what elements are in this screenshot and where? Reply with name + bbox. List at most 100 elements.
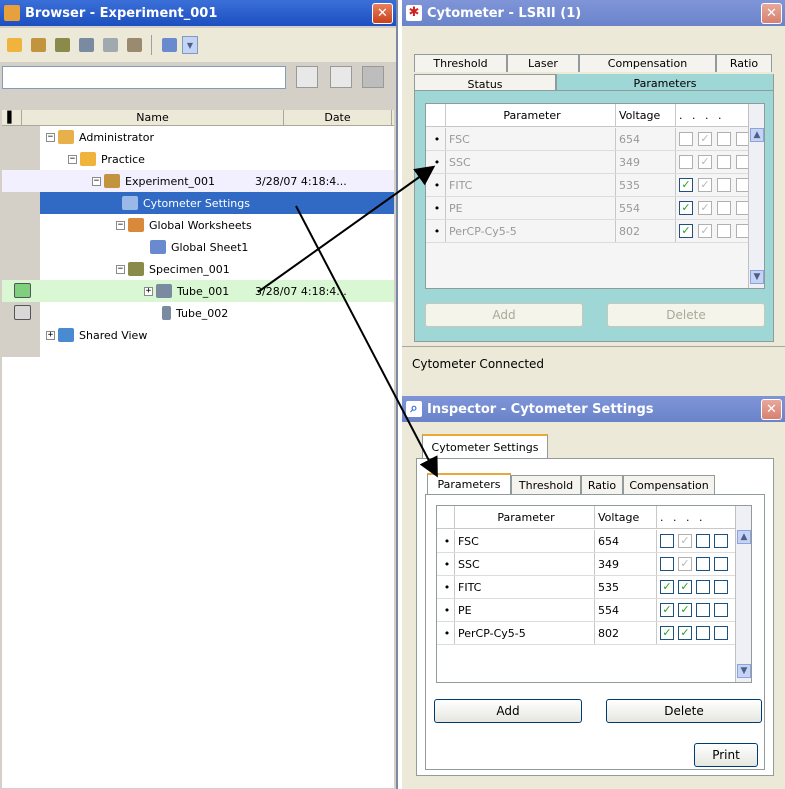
parameter-row[interactable]: • FITC 535 ✓ ✓ <box>437 576 735 599</box>
voltage-value[interactable]: 554 <box>595 599 657 621</box>
tree-row-current[interactable]: + Tube_001 3/28/07 4:18:4... <box>2 280 394 302</box>
checked-checkbox[interactable]: ✓ <box>678 557 692 571</box>
voltage-value[interactable]: 654 <box>595 530 657 552</box>
tab-laser[interactable]: Laser <box>507 54 579 72</box>
close-button[interactable]: ✕ <box>372 2 393 24</box>
browser-titlebar[interactable]: Browser - Experiment_001 ✕ <box>0 0 396 26</box>
checked-checkbox[interactable]: ✓ <box>660 626 674 640</box>
search-input[interactable] <box>2 66 286 89</box>
tree-row[interactable]: + Shared View <box>2 324 394 346</box>
checked-checkbox[interactable]: ✓ <box>660 580 674 594</box>
checked-checkbox[interactable]: ✓ <box>698 224 712 238</box>
checked-checkbox[interactable]: ✓ <box>660 603 674 617</box>
parameter-name[interactable]: FSC <box>446 128 616 150</box>
collapse-icon[interactable]: − <box>116 264 125 274</box>
new-specimen-button[interactable] <box>51 34 73 56</box>
name-column-header[interactable]: Name <box>22 110 284 125</box>
tree-row[interactable]: Tube_002 <box>2 302 394 324</box>
scroll-down-icon[interactable]: ▼ <box>737 664 751 678</box>
chevron-down-icon[interactable]: ▼ <box>182 36 198 54</box>
checkbox[interactable] <box>717 155 731 169</box>
tree-row[interactable]: − Administrator <box>2 126 394 148</box>
parameter-row[interactable]: • FSC 654 ✓ <box>437 530 735 553</box>
tree-row-selected[interactable]: Cytometer Settings <box>40 192 394 214</box>
new-experiment-button[interactable] <box>27 34 49 56</box>
checkbox[interactable] <box>717 178 731 192</box>
parameter-name[interactable]: FITC <box>446 174 616 196</box>
settings-button[interactable] <box>99 34 121 56</box>
checked-checkbox[interactable]: ✓ <box>698 178 712 192</box>
checkbox[interactable] <box>696 603 710 617</box>
checked-checkbox[interactable]: ✓ <box>678 580 692 594</box>
checkbox[interactable] <box>714 626 728 640</box>
voltage-value[interactable]: 802 <box>595 622 657 644</box>
parameter-name[interactable]: PerCP-Cy5-5 <box>446 220 616 242</box>
global-worksheet-button[interactable] <box>158 34 180 56</box>
checkbox[interactable] <box>714 580 728 594</box>
voltage-value[interactable]: 654 <box>616 128 676 150</box>
tab-parameters[interactable]: Parameters <box>427 473 511 494</box>
checkbox[interactable] <box>714 534 728 548</box>
checked-checkbox[interactable]: ✓ <box>678 603 692 617</box>
tree-row[interactable]: − Specimen_001 <box>2 258 394 280</box>
checkbox[interactable] <box>660 534 674 548</box>
parameter-row[interactable]: • FSC 654 ✓ <box>426 128 750 151</box>
parameter-row[interactable]: • PE 554 ✓ ✓ <box>437 599 735 622</box>
voltage-value[interactable]: 535 <box>595 576 657 598</box>
search-option-button-1[interactable] <box>296 66 318 88</box>
search-option-button-3[interactable] <box>362 66 384 88</box>
parameter-row[interactable]: • SSC 349 ✓ <box>437 553 735 576</box>
tube-indicator-icon[interactable] <box>14 305 31 320</box>
checkbox[interactable] <box>660 557 674 571</box>
voltage-value[interactable]: 349 <box>616 151 676 173</box>
collapse-icon[interactable]: − <box>92 176 101 186</box>
tab-ratio[interactable]: Ratio <box>716 54 772 72</box>
scrollbar[interactable]: ▲ ▼ <box>748 104 764 288</box>
parameter-name[interactable]: SSC <box>455 553 595 575</box>
tree-row[interactable]: − Experiment_001 3/28/07 4:18:4... <box>2 170 394 192</box>
column-selector[interactable]: ▌ <box>2 110 22 125</box>
tree-row[interactable]: Global Sheet1 <box>2 236 394 258</box>
parameter-row[interactable]: • PE 554 ✓ ✓ <box>426 197 750 220</box>
parameter-row[interactable]: • FITC 535 ✓ ✓ <box>426 174 750 197</box>
close-button[interactable]: ✕ <box>761 2 782 24</box>
checkbox[interactable] <box>717 201 731 215</box>
tab-compensation[interactable]: Compensation <box>579 54 716 72</box>
collapse-icon[interactable]: − <box>116 220 125 230</box>
collapse-icon[interactable]: − <box>46 132 55 142</box>
checked-checkbox[interactable]: ✓ <box>679 178 693 192</box>
add-button[interactable]: Add <box>434 699 582 723</box>
checkbox[interactable] <box>696 580 710 594</box>
scrollbar[interactable]: ▲ ▼ <box>735 506 751 682</box>
parameter-row[interactable]: • PerCP-Cy5-5 802 ✓ ✓ <box>426 220 750 243</box>
checkbox[interactable] <box>717 132 731 146</box>
checked-checkbox[interactable]: ✓ <box>678 626 692 640</box>
parameter-name[interactable]: PerCP-Cy5-5 <box>455 622 595 644</box>
parameter-name[interactable]: PE <box>446 197 616 219</box>
worksheet-button[interactable] <box>123 34 145 56</box>
search-option-button-2[interactable] <box>330 66 352 88</box>
tab-compensation[interactable]: Compensation <box>623 475 715 494</box>
inspector-titlebar[interactable]: ⌕ Inspector - Cytometer Settings ✕ <box>402 396 785 422</box>
checkbox[interactable] <box>714 603 728 617</box>
voltage-value[interactable]: 349 <box>595 553 657 575</box>
tab-threshold[interactable]: Threshold <box>511 475 581 494</box>
checkbox[interactable] <box>696 534 710 548</box>
parameter-name[interactable]: FITC <box>455 576 595 598</box>
checked-checkbox[interactable]: ✓ <box>678 534 692 548</box>
tab-threshold[interactable]: Threshold <box>414 54 507 72</box>
print-button[interactable]: Print <box>694 743 758 767</box>
scroll-down-icon[interactable]: ▼ <box>750 270 764 284</box>
parameter-name[interactable]: SSC <box>446 151 616 173</box>
checked-checkbox[interactable]: ✓ <box>698 155 712 169</box>
new-tube-button[interactable] <box>75 34 97 56</box>
checkbox[interactable] <box>696 626 710 640</box>
checked-checkbox[interactable]: ✓ <box>698 201 712 215</box>
checked-checkbox[interactable]: ✓ <box>679 201 693 215</box>
add-button[interactable]: Add <box>425 303 583 327</box>
expand-icon[interactable]: + <box>46 330 55 340</box>
new-folder-button[interactable] <box>3 34 25 56</box>
tree-row[interactable]: − Global Worksheets <box>2 214 394 236</box>
voltage-value[interactable]: 554 <box>616 197 676 219</box>
delete-button[interactable]: Delete <box>607 303 765 327</box>
